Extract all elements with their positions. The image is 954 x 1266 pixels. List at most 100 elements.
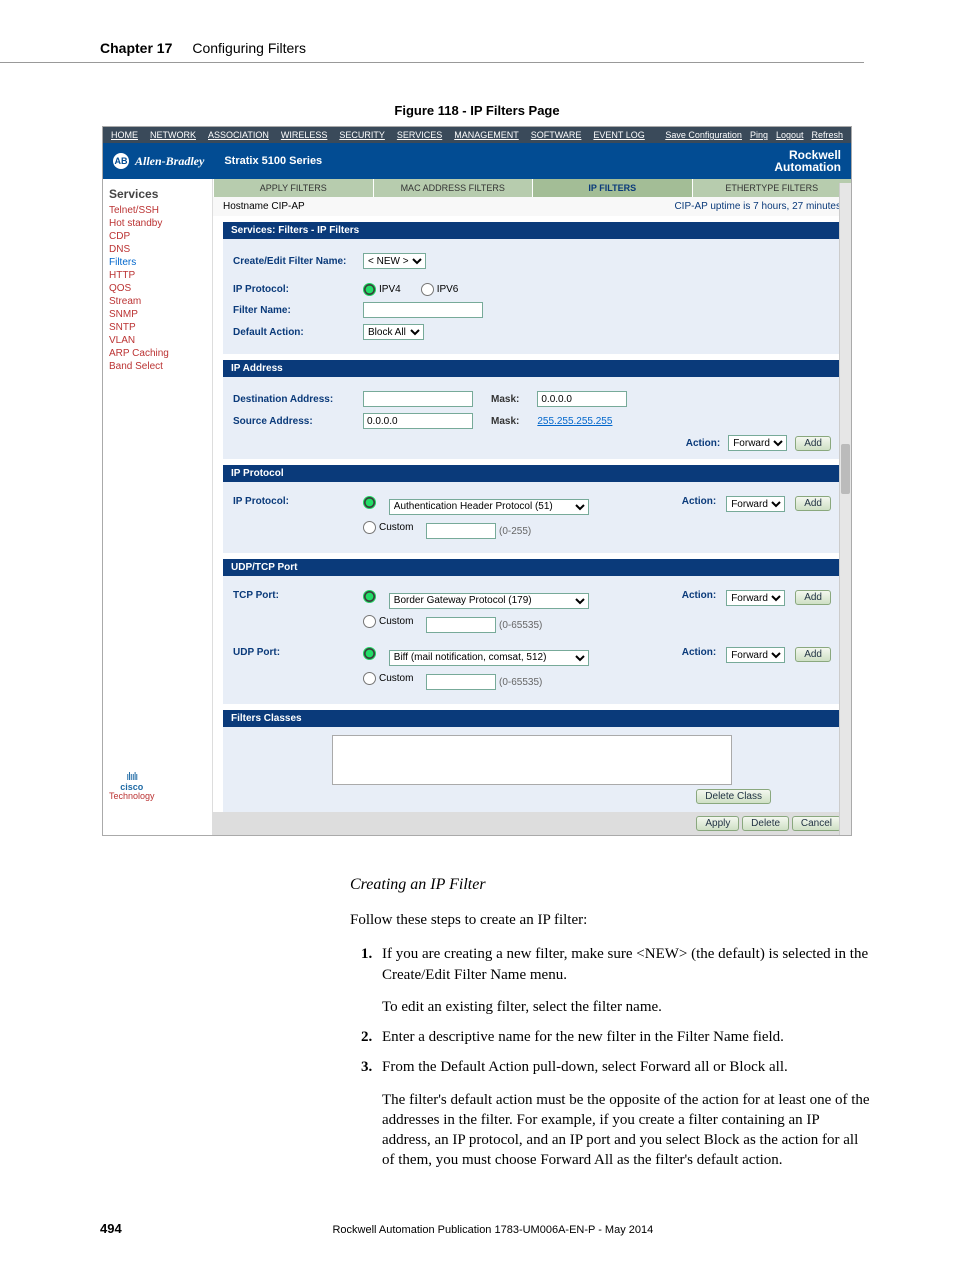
sidebar-item-filters[interactable]: Filters: [109, 257, 206, 268]
proto-action-label: Action:: [682, 496, 716, 507]
tab-ip-filters[interactable]: IP FILTERS: [532, 179, 692, 197]
ipaddr-action-label: Action:: [686, 438, 720, 449]
brand-allen-bradley: Allen-Bradley: [135, 154, 204, 169]
page-number: 494: [100, 1221, 122, 1236]
tcp-add-button[interactable]: Add: [795, 590, 831, 605]
sidebar-item-cdp[interactable]: CDP: [109, 231, 206, 242]
sidebar-heading: Services: [109, 187, 206, 201]
sidebar-item-sntp[interactable]: SNTP: [109, 322, 206, 333]
tcp-action-label: Action:: [682, 590, 716, 601]
section-udp-tcp: UDP/TCP Port: [223, 559, 841, 576]
nav-services[interactable]: SERVICES: [397, 130, 442, 140]
radio-ipv4[interactable]: [363, 283, 376, 296]
sidebar-item-qos[interactable]: QOS: [109, 283, 206, 294]
link-logout[interactable]: Logout: [776, 130, 804, 140]
brand-bar: AB Allen-Bradley Stratix 5100 Series Roc…: [103, 143, 851, 179]
sidebar-item-vlan[interactable]: VLAN: [109, 335, 206, 346]
udp-port-select[interactable]: Biff (mail notification, comsat, 512): [389, 650, 589, 666]
link-save-config[interactable]: Save Configuration: [665, 130, 742, 140]
radio-tcp-custom[interactable]: [363, 615, 376, 628]
udp-custom-input[interactable]: [426, 674, 496, 690]
src-addr-input[interactable]: [363, 413, 473, 429]
ipproto-label2: IP Protocol:: [233, 496, 353, 507]
create-edit-select[interactable]: < NEW >: [363, 253, 426, 269]
udp-action-select[interactable]: Forward: [726, 647, 785, 663]
proto-add-button[interactable]: Add: [795, 496, 831, 511]
top-navigation: HOME NETWORK ASSOCIATION WIRELESS SECURI…: [103, 127, 851, 143]
dest-mask-input[interactable]: [537, 391, 627, 407]
default-action-label: Default Action:: [233, 327, 353, 338]
nav-association[interactable]: ASSOCIATION: [208, 130, 269, 140]
sidebar-item-bandselect[interactable]: Band Select: [109, 361, 206, 372]
tab-mac-filters[interactable]: MAC ADDRESS FILTERS: [373, 179, 533, 197]
radio-udp-custom[interactable]: [363, 672, 376, 685]
ipproto-select[interactable]: Authentication Header Protocol (51): [389, 499, 589, 515]
tab-apply-filters[interactable]: APPLY FILTERS: [213, 179, 373, 197]
nav-home[interactable]: HOME: [111, 130, 138, 140]
sidebar-item-dns[interactable]: DNS: [109, 244, 206, 255]
instructional-body: Creating an IP Filter Follow these steps…: [350, 876, 870, 1171]
filter-name-input[interactable]: [363, 302, 483, 318]
page-footer: 494 Rockwell Automation Publication 1783…: [100, 1221, 864, 1236]
sidebar-item-arp[interactable]: ARP Caching: [109, 348, 206, 359]
ipaddr-add-button[interactable]: Add: [795, 436, 831, 451]
main-panel: APPLY FILTERS MAC ADDRESS FILTERS IP FIL…: [213, 179, 851, 835]
tcp-action-select[interactable]: Forward: [726, 590, 785, 606]
nav-software[interactable]: SOFTWARE: [531, 130, 582, 140]
bottom-button-bar: Apply Delete Cancel: [213, 812, 851, 835]
step-3: From the Default Action pull-down, selec…: [376, 1057, 870, 1170]
udp-action-label: Action:: [682, 647, 716, 658]
sidebar-item-http[interactable]: HTTP: [109, 270, 206, 281]
udp-add-button[interactable]: Add: [795, 647, 831, 662]
section-ip-address: IP Address: [223, 360, 841, 377]
tcp-port-select[interactable]: Border Gateway Protocol (179): [389, 593, 589, 609]
filter-name-label: Filter Name:: [233, 305, 353, 316]
radio-proto-custom[interactable]: [363, 521, 376, 534]
proto-custom-input[interactable]: [426, 523, 496, 539]
section-ip-protocol: IP Protocol: [223, 465, 841, 482]
sidebar-item-hotstandby[interactable]: Hot standby: [109, 218, 206, 229]
product-series: Stratix 5100 Series: [224, 155, 322, 167]
tab-ethertype-filters[interactable]: ETHERTYPE FILTERS: [692, 179, 852, 197]
sidebar-item-telnet[interactable]: Telnet/SSH: [109, 205, 206, 216]
subheading-creating-ip-filter: Creating an IP Filter: [350, 876, 870, 894]
scrollbar[interactable]: [839, 183, 851, 835]
default-action-select[interactable]: Block All: [363, 324, 424, 340]
radio-ipv6[interactable]: [421, 283, 434, 296]
classes-listbox[interactable]: [332, 735, 732, 785]
radio-proto-preset[interactable]: [363, 496, 376, 509]
src-mask-value[interactable]: 255.255.255.255: [537, 416, 612, 427]
delete-class-button[interactable]: Delete Class: [696, 789, 771, 804]
screenshot-ip-filters-page: HOME NETWORK ASSOCIATION WIRELESS SECURI…: [102, 126, 852, 836]
services-sidebar: Services Telnet/SSH Hot standby CDP DNS …: [103, 179, 213, 835]
ip-protocol-label: IP Protocol:: [233, 284, 353, 295]
ipaddr-action-select[interactable]: Forward: [728, 435, 787, 451]
nav-network[interactable]: NETWORK: [150, 130, 196, 140]
link-ping[interactable]: Ping: [750, 130, 768, 140]
rockwell-automation-logo: Rockwell Automation: [774, 149, 841, 173]
step-1-note: To edit an existing filter, select the f…: [382, 997, 870, 1017]
nav-eventlog[interactable]: EVENT LOG: [593, 130, 644, 140]
dest-addr-label: Destination Address:: [233, 394, 353, 405]
step-1: If you are creating a new filter, make s…: [376, 944, 870, 1017]
delete-button[interactable]: Delete: [742, 816, 789, 831]
src-mask-label: Mask:: [491, 416, 519, 427]
chapter-number: Chapter 17: [100, 40, 172, 56]
tcp-range-hint: (0-65535): [499, 620, 542, 631]
dest-addr-input[interactable]: [363, 391, 473, 407]
link-refresh[interactable]: Refresh: [811, 130, 843, 140]
udp-port-label: UDP Port:: [233, 647, 353, 658]
proto-action-select[interactable]: Forward: [726, 496, 785, 512]
nav-security[interactable]: SECURITY: [339, 130, 385, 140]
nav-management[interactable]: MANAGEMENT: [454, 130, 519, 140]
nav-wireless[interactable]: WIRELESS: [281, 130, 328, 140]
intro-paragraph: Follow these steps to create an IP filte…: [350, 910, 870, 930]
dest-mask-label: Mask:: [491, 394, 519, 405]
sidebar-item-snmp[interactable]: SNMP: [109, 309, 206, 320]
radio-tcp-preset[interactable]: [363, 590, 376, 603]
apply-button[interactable]: Apply: [696, 816, 739, 831]
cancel-button[interactable]: Cancel: [792, 816, 841, 831]
tcp-custom-input[interactable]: [426, 617, 496, 633]
sidebar-item-stream[interactable]: Stream: [109, 296, 206, 307]
radio-udp-preset[interactable]: [363, 647, 376, 660]
